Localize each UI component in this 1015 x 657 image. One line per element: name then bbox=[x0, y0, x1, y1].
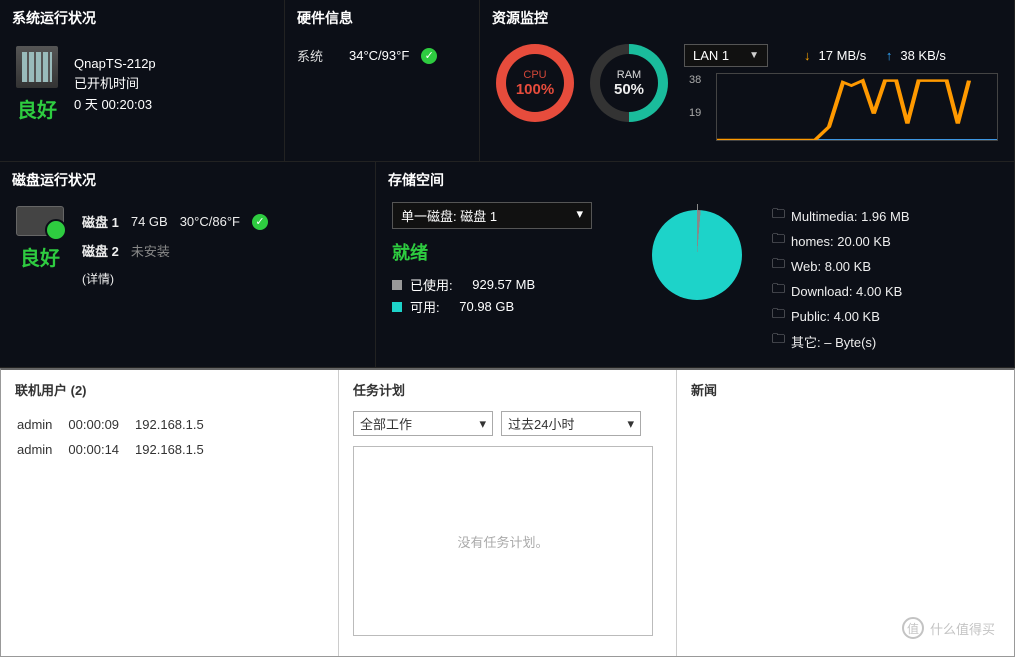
resource-monitor-panel: 资源监控 CPU 100% RAM 50% LAN 1 ▼ bbox=[480, 0, 1015, 161]
hardware-title: 硬件信息 bbox=[297, 8, 467, 28]
folder-icon: 🗀 bbox=[772, 305, 785, 327]
upload-speed: 38 KB/s bbox=[900, 48, 946, 63]
folder-list: 🗀Multimedia: 1.96 MB 🗀homes: 20.00 KB 🗀W… bbox=[772, 202, 910, 355]
storage-title: 存储空间 bbox=[388, 170, 1002, 190]
check-icon: ✓ bbox=[421, 48, 437, 64]
hardware-panel: 硬件信息 系统 34°C/93°F ✓ bbox=[285, 0, 480, 161]
storage-selector[interactable]: 单一磁盘: 磁盘 1 ▾ bbox=[392, 202, 592, 229]
hw-system-label: 系统 bbox=[297, 46, 337, 65]
chevron-down-icon: ▼ bbox=[749, 50, 759, 61]
nas-model: QnapTS-212p bbox=[74, 56, 156, 71]
online-users-panel: 联机用户 (2) admin00:00:09192.168.1.5 admin0… bbox=[1, 370, 339, 656]
ram-value: 50% bbox=[614, 81, 644, 98]
system-status-panel: 系统运行状况 良好 QnapTS-212p 已开机时间 0 天 00:20:03 bbox=[0, 0, 285, 161]
download-speed: 17 MB/s bbox=[819, 48, 867, 63]
storage-panel: 存储空间 单一磁盘: 磁盘 1 ▾ 就绪 已使用: 929.57 MB 可用: … bbox=[376, 162, 1015, 367]
disk-row: 磁盘 1 74 GB 30°C/86°F ✓ bbox=[82, 208, 278, 235]
nas-icon bbox=[16, 46, 58, 88]
hw-system-temp: 34°C/93°F bbox=[349, 48, 409, 63]
disk-details-link[interactable]: (详情) bbox=[82, 266, 278, 291]
disk-title: 磁盘运行状况 bbox=[12, 170, 363, 190]
upload-arrow-icon: ↑ bbox=[886, 48, 893, 63]
news-title: 新闻 bbox=[691, 380, 1000, 399]
task-time-selector[interactable]: 过去24小时▾ bbox=[501, 411, 641, 436]
news-panel: 新闻 bbox=[677, 370, 1014, 656]
disk-row: 磁盘 2 未安装 bbox=[82, 237, 278, 264]
cpu-value: 100% bbox=[516, 81, 554, 98]
tasks-title: 任务计划 bbox=[353, 380, 662, 399]
task-filter-selector[interactable]: 全部工作▾ bbox=[353, 411, 493, 436]
tasks-empty: 没有任务计划。 bbox=[353, 446, 653, 636]
disk-icon bbox=[16, 206, 64, 236]
chevron-down-icon: ▾ bbox=[479, 416, 486, 432]
tasks-panel: 任务计划 全部工作▾ 过去24小时▾ 没有任务计划。 bbox=[339, 370, 677, 656]
system-status-good: 良好 bbox=[17, 94, 57, 123]
resource-title: 资源监控 bbox=[492, 8, 1002, 28]
users-table: admin00:00:09192.168.1.5 admin00:00:1419… bbox=[15, 411, 220, 463]
cpu-label: CPU bbox=[523, 69, 546, 81]
storage-ready: 就绪 bbox=[392, 239, 622, 265]
folder-icon: 🗀 bbox=[772, 230, 785, 252]
cpu-gauge: CPU 100% bbox=[496, 44, 574, 122]
chevron-down-icon: ▾ bbox=[627, 416, 634, 432]
disk-status-panel: 磁盘运行状况 良好 磁盘 1 74 GB 30°C/86°F ✓ 磁盘 2 未安… bbox=[0, 162, 376, 367]
check-icon: ✓ bbox=[252, 214, 268, 230]
storage-pie-chart bbox=[652, 210, 742, 300]
chevron-down-icon: ▾ bbox=[576, 206, 583, 225]
network-chart: 38 19 bbox=[716, 73, 998, 141]
uptime-label: 已开机时间 bbox=[74, 73, 156, 92]
folder-icon: 🗀 bbox=[772, 330, 785, 352]
folder-icon: 🗀 bbox=[772, 255, 785, 277]
system-status-title: 系统运行状况 bbox=[12, 8, 272, 28]
user-row: admin00:00:14192.168.1.5 bbox=[17, 438, 218, 461]
lan-selector[interactable]: LAN 1 ▼ bbox=[684, 44, 768, 67]
download-arrow-icon: ↓ bbox=[804, 48, 811, 63]
ram-gauge: RAM 50% bbox=[590, 44, 668, 122]
storage-free: 70.98 GB bbox=[459, 299, 514, 314]
users-title: 联机用户 (2) bbox=[15, 380, 324, 399]
folder-icon: 🗀 bbox=[772, 280, 785, 302]
user-row: admin00:00:09192.168.1.5 bbox=[17, 413, 218, 436]
uptime-value: 0 天 00:20:03 bbox=[74, 94, 156, 113]
disk-table: 磁盘 1 74 GB 30°C/86°F ✓ 磁盘 2 未安装 (详情) bbox=[80, 206, 280, 293]
disk-status-good: 良好 bbox=[20, 242, 60, 271]
folder-icon: 🗀 bbox=[772, 205, 785, 227]
watermark: 值 什么值得买 bbox=[902, 617, 995, 639]
storage-used: 929.57 MB bbox=[472, 277, 535, 292]
ram-label: RAM bbox=[617, 69, 641, 81]
